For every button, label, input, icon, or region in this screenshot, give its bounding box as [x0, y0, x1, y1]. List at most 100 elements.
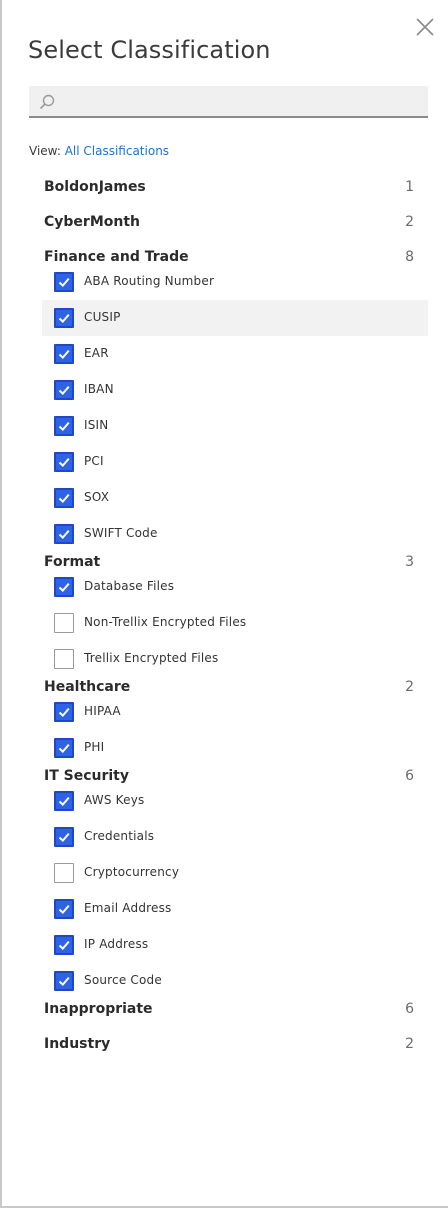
classification-option[interactable]: ISIN: [42, 408, 428, 444]
option-label: AWS Keys: [84, 793, 145, 807]
option-label: ABA Routing Number: [84, 274, 215, 288]
search-input[interactable]: [63, 86, 422, 118]
group-count: 8: [405, 249, 414, 265]
classification-option[interactable]: Database Files: [42, 569, 428, 605]
checkbox[interactable]: [54, 452, 74, 472]
option-label: HIPAA: [84, 704, 121, 718]
group-count: 3: [405, 554, 414, 570]
check-icon: [58, 313, 70, 324]
option-label: Trellix Encrypted Files: [84, 651, 219, 665]
check-icon: [58, 582, 70, 593]
classification-option[interactable]: Non-Trellix Encrypted Files: [42, 605, 428, 641]
classification-option[interactable]: IP Address: [42, 927, 428, 963]
group-name: Healthcare: [44, 679, 131, 695]
option-label: Email Address: [84, 901, 172, 915]
group-count: 6: [405, 768, 414, 784]
search-icon: [39, 94, 55, 110]
check-icon: [58, 832, 70, 843]
option-label: Database Files: [84, 579, 175, 593]
group-header[interactable]: Inappropriate 6: [44, 1001, 414, 1021]
classification-option[interactable]: Credentials: [42, 819, 428, 855]
check-icon: [58, 976, 70, 987]
checkbox[interactable]: [54, 272, 74, 292]
check-icon: [58, 796, 70, 807]
check-icon: [58, 904, 70, 915]
option-label: Cryptocurrency: [84, 865, 180, 879]
classification-option[interactable]: HIPAA: [42, 694, 428, 730]
group-name: Inappropriate: [44, 1001, 153, 1017]
group-header[interactable]: CyberMonth 2: [44, 214, 414, 234]
classification-option[interactable]: SWIFT Code: [42, 516, 428, 552]
checkbox[interactable]: [54, 791, 74, 811]
checkbox[interactable]: [54, 827, 74, 847]
checkbox[interactable]: [54, 488, 74, 508]
group-count: 1: [405, 179, 414, 195]
group-name: Industry: [44, 1036, 111, 1052]
checkbox[interactable]: [54, 935, 74, 955]
checkbox[interactable]: [54, 649, 74, 669]
check-icon: [58, 743, 70, 754]
check-icon: [58, 707, 70, 718]
check-icon: [58, 457, 70, 468]
option-label: PHI: [84, 740, 105, 754]
check-icon: [58, 493, 70, 504]
checkbox[interactable]: [54, 863, 74, 883]
checkbox[interactable]: [54, 380, 74, 400]
classification-option[interactable]: IBAN: [42, 372, 428, 408]
view-filter: View: All Classifications: [29, 144, 169, 158]
checkbox[interactable]: [54, 344, 74, 364]
close-icon: [416, 18, 434, 36]
group-header[interactable]: BoldonJames 1: [44, 179, 414, 199]
option-label: Credentials: [84, 829, 155, 843]
checkbox[interactable]: [54, 308, 74, 328]
option-label: SOX: [84, 490, 110, 504]
checkbox[interactable]: [54, 613, 74, 633]
check-icon: [58, 421, 70, 432]
classification-option[interactable]: PHI: [42, 730, 428, 766]
check-icon: [58, 385, 70, 396]
classification-option[interactable]: CUSIP: [42, 300, 428, 336]
check-icon: [58, 277, 70, 288]
checkbox[interactable]: [54, 971, 74, 991]
option-label: Non-Trellix Encrypted Files: [84, 615, 247, 629]
checkbox[interactable]: [54, 738, 74, 758]
classification-option[interactable]: SOX: [42, 480, 428, 516]
view-label: View:: [29, 144, 61, 158]
check-icon: [58, 940, 70, 951]
classification-option[interactable]: PCI: [42, 444, 428, 480]
group-count: 2: [405, 214, 414, 230]
classification-option[interactable]: Email Address: [42, 891, 428, 927]
checkbox[interactable]: [54, 702, 74, 722]
classification-option[interactable]: Trellix Encrypted Files: [42, 641, 428, 677]
option-label: IP Address: [84, 937, 149, 951]
option-label: PCI: [84, 454, 104, 468]
classification-option[interactable]: EAR: [42, 336, 428, 372]
group-count: 2: [405, 679, 414, 695]
group-name: IT Security: [44, 768, 129, 784]
classification-option[interactable]: Source Code: [42, 963, 428, 999]
classification-option[interactable]: Cryptocurrency: [42, 855, 428, 891]
group-name: CyberMonth: [44, 214, 140, 230]
option-label: ISIN: [84, 418, 109, 432]
checkbox[interactable]: [54, 899, 74, 919]
group-header[interactable]: Industry 2: [44, 1036, 414, 1056]
view-selector-link[interactable]: All Classifications: [65, 144, 169, 158]
close-button[interactable]: [414, 16, 436, 38]
checkbox[interactable]: [54, 577, 74, 597]
option-label: SWIFT Code: [84, 526, 158, 540]
checkbox[interactable]: [54, 524, 74, 544]
check-icon: [58, 349, 70, 360]
classification-option[interactable]: ABA Routing Number: [42, 264, 428, 300]
check-icon: [58, 529, 70, 540]
option-label: Source Code: [84, 973, 162, 987]
page-title: Select Classification: [28, 36, 271, 64]
select-classification-panel: Select Classification View: All Classifi…: [0, 0, 448, 1208]
group-count: 6: [405, 1001, 414, 1017]
option-label: IBAN: [84, 382, 114, 396]
checkbox[interactable]: [54, 416, 74, 436]
option-label: EAR: [84, 346, 109, 360]
search-field[interactable]: [29, 86, 428, 118]
group-name: Finance and Trade: [44, 249, 189, 265]
option-label: CUSIP: [84, 310, 121, 324]
classification-option[interactable]: AWS Keys: [42, 783, 428, 819]
